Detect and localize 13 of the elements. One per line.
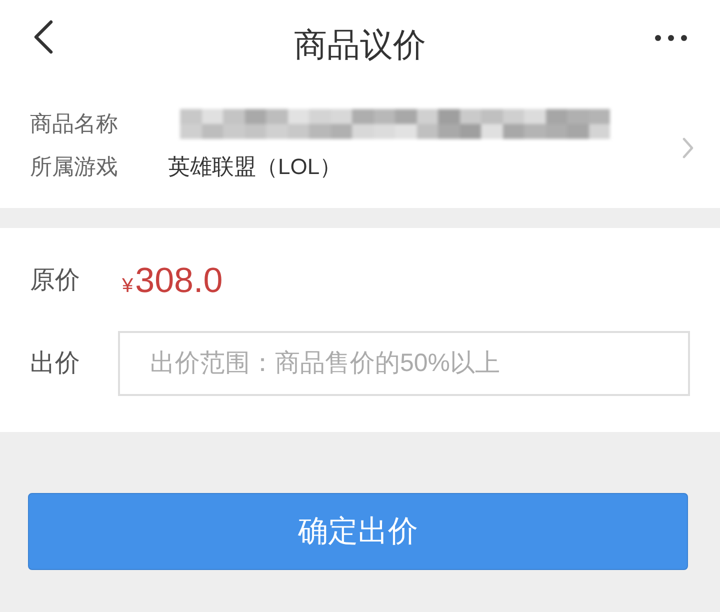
back-icon — [32, 20, 54, 54]
field-value: 英雄联盟（LOL） — [168, 156, 342, 178]
offer-input-field[interactable]: 出价范围：商品售价的50%以上 — [118, 331, 690, 396]
original-price: 308.0 — [135, 262, 223, 298]
page-title: 商品议价 — [294, 28, 426, 60]
more-icon — [655, 35, 687, 41]
chevron-right-icon — [682, 137, 694, 159]
field-label: 所属游戏 — [30, 156, 119, 178]
field-label: 商品名称 — [30, 112, 119, 134]
field-label: 出价 — [30, 351, 81, 376]
product-info-panel[interactable]: 商品名称 所属游戏 英雄联盟（LOL） — [0, 88, 720, 208]
currency-symbol: ¥ — [122, 276, 134, 296]
field-label: 原价 — [30, 268, 81, 292]
